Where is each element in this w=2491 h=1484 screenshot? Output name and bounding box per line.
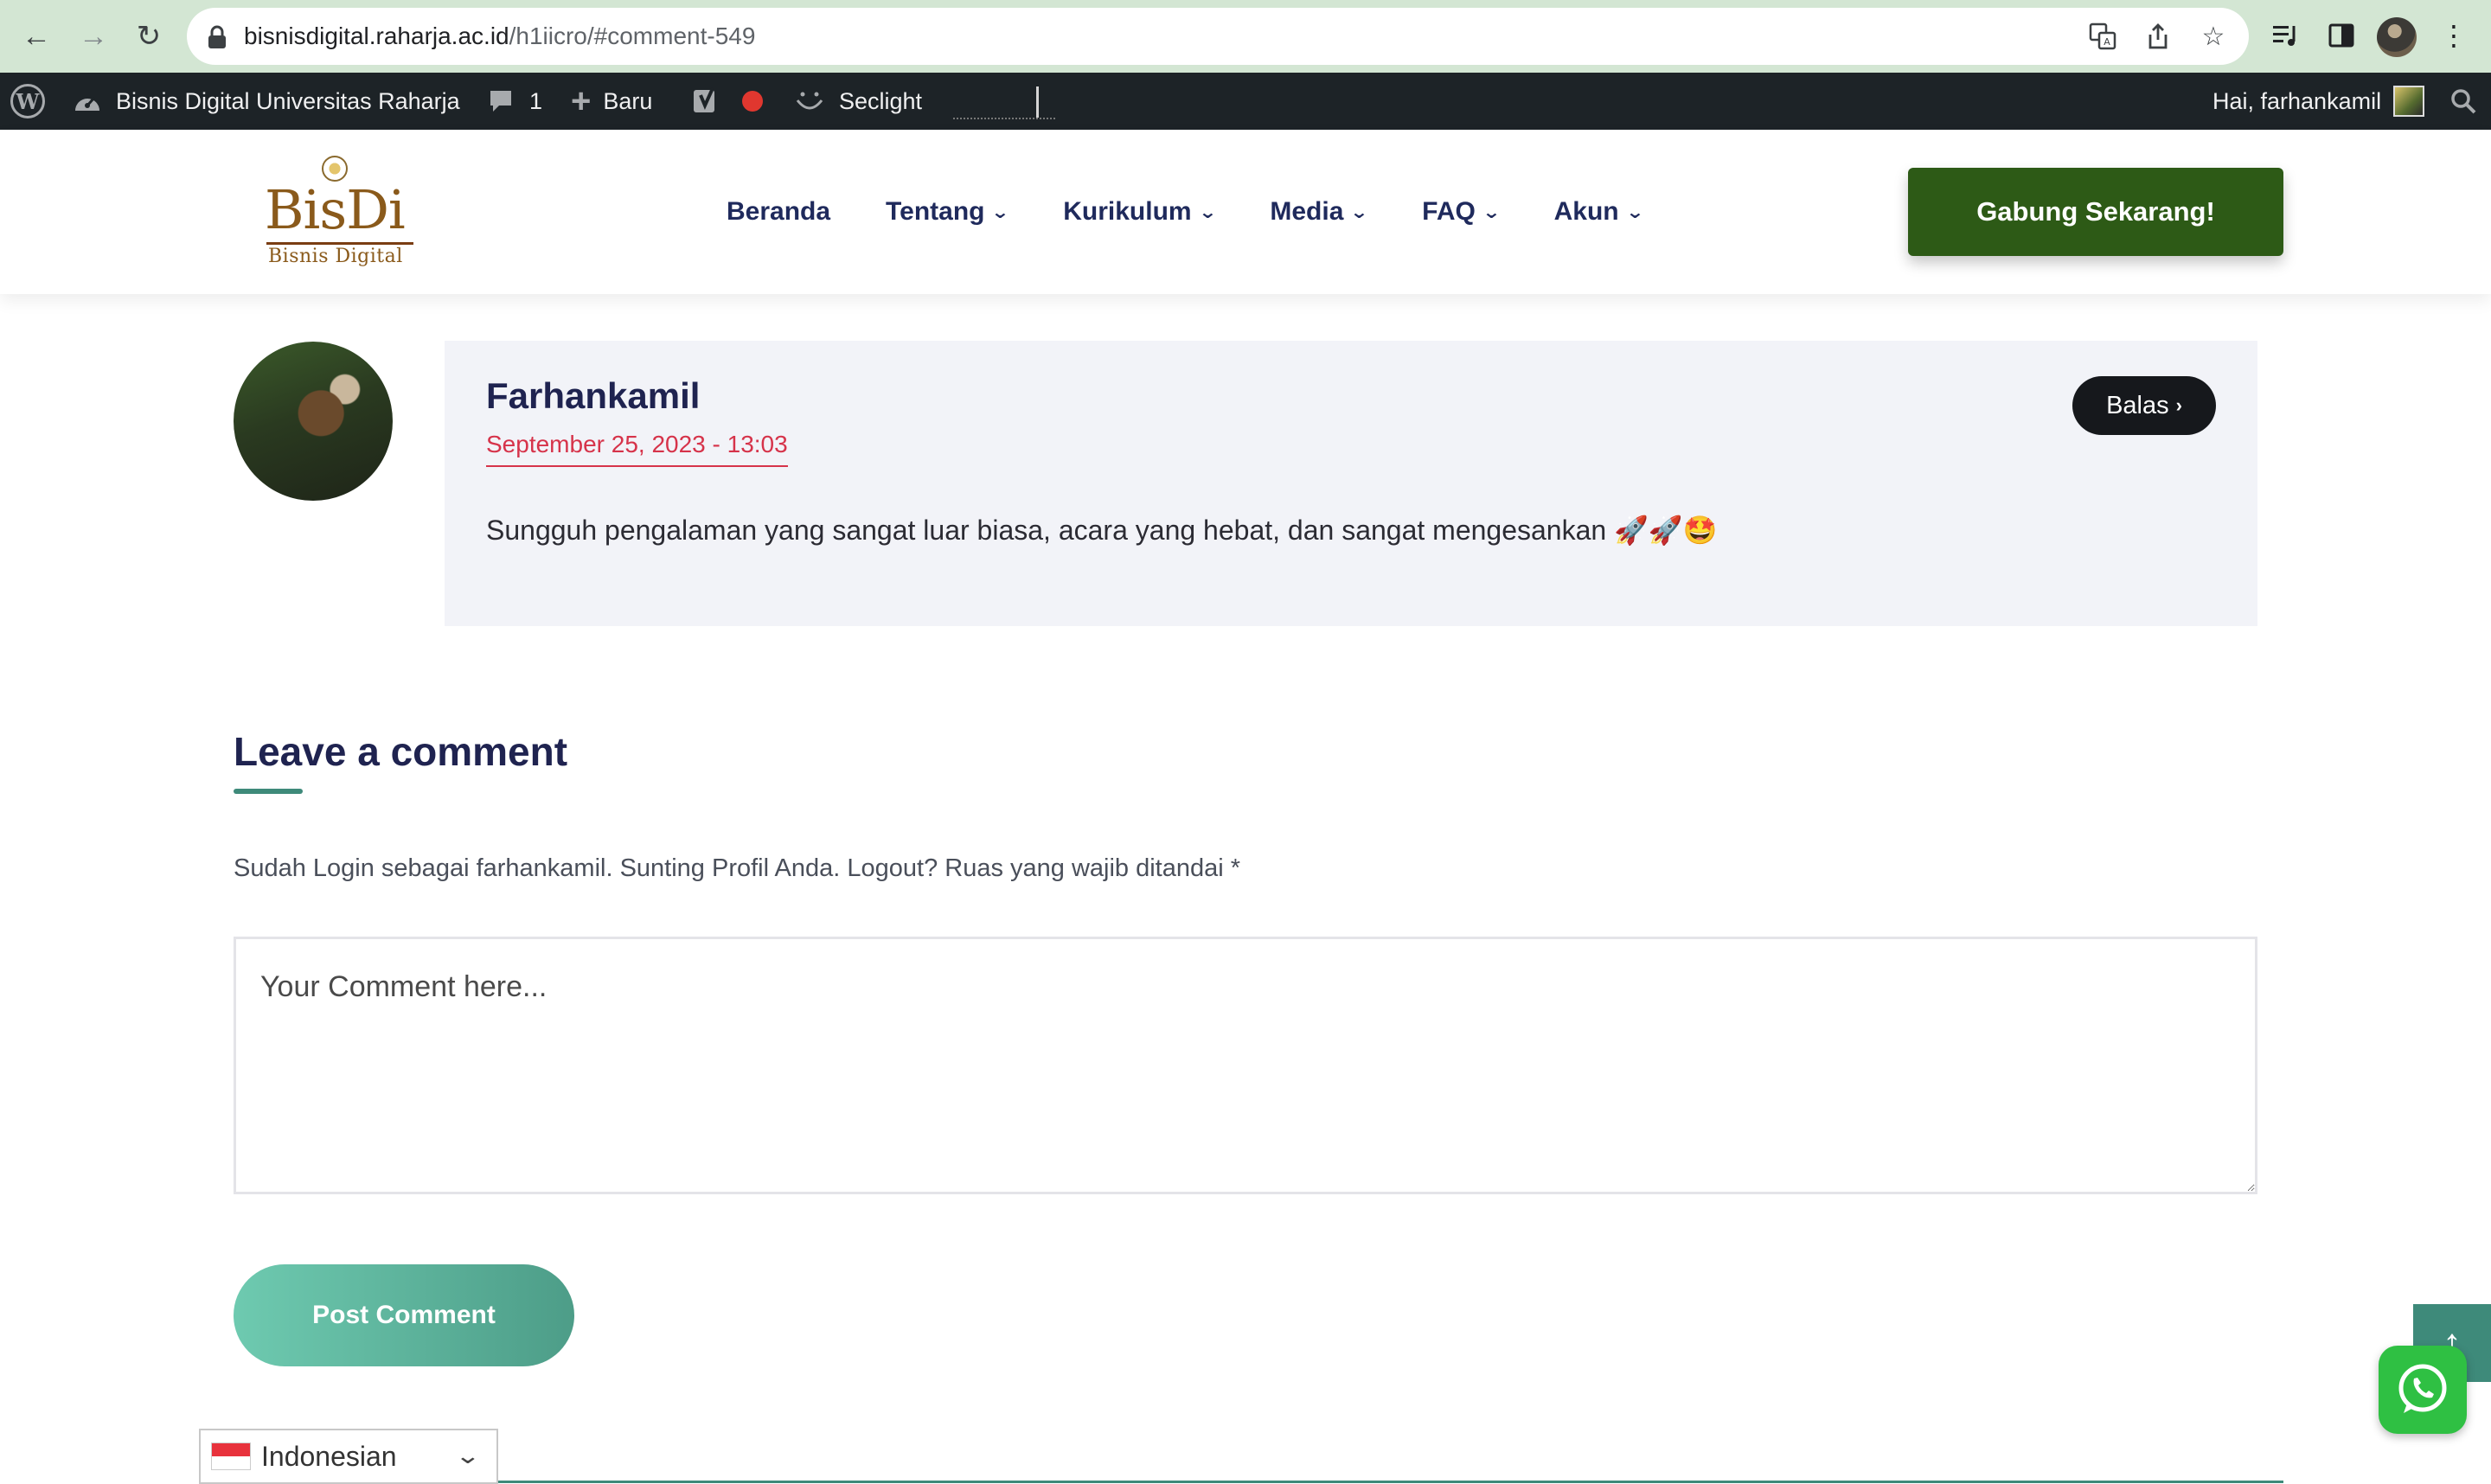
chevron-down-icon: ⌄ xyxy=(1198,202,1217,222)
post-comment-button[interactable]: Post Comment xyxy=(234,1264,574,1366)
nav-item-beranda[interactable]: Beranda xyxy=(727,197,830,227)
admin-bar-site-name: Bisnis Digital Universitas Raharja xyxy=(116,87,460,114)
admin-bar-new[interactable]: + Baru xyxy=(571,73,652,130)
whatsapp-icon xyxy=(2398,1364,2447,1413)
nav-item-faq[interactable]: FAQ ⌄ xyxy=(1422,197,1502,227)
svg-text:A: A xyxy=(2104,36,2110,48)
admin-bar-search-icon[interactable] xyxy=(2449,73,2477,130)
reload-icon[interactable]: ↻ xyxy=(128,16,170,57)
indonesia-flag-icon xyxy=(211,1442,251,1470)
admin-bar-stats-sparkline[interactable] xyxy=(953,86,1055,119)
join-now-button[interactable]: Gabung Sekarang! xyxy=(1908,168,2283,256)
wordpress-logo-icon[interactable]: W xyxy=(10,73,45,130)
chevron-down-icon: ⌄ xyxy=(990,202,1010,222)
forward-arrow-icon[interactable]: → xyxy=(73,16,114,57)
footer-divider xyxy=(498,1481,2283,1483)
comment-author-name[interactable]: Farhankamil xyxy=(486,375,700,417)
admin-bar-site-link[interactable]: Bisnis Digital Universitas Raharja xyxy=(73,73,460,130)
reply-button-label: Balas xyxy=(2106,391,2169,419)
admin-bar-avatar xyxy=(2393,86,2425,117)
admin-bar-account[interactable]: Hai, farhankamil xyxy=(2212,73,2425,130)
admin-bar-comment-count: 1 xyxy=(529,87,543,114)
bookmark-star-icon[interactable]: ☆ xyxy=(2197,20,2230,53)
heading-underline xyxy=(234,789,303,794)
whatsapp-chat-button[interactable] xyxy=(2379,1346,2467,1434)
plus-icon: + xyxy=(571,81,592,120)
logo-wordmark: BisDi xyxy=(265,178,406,241)
leave-comment-heading: Leave a comment xyxy=(234,729,568,774)
yoast-seo-icon[interactable] xyxy=(692,73,723,130)
comment-body: Sungguh pengalaman yang sangat luar bias… xyxy=(486,515,1718,546)
share-icon[interactable] xyxy=(2142,20,2174,53)
browser-toolbar: ← → ↻ bisnisdigital.raharja.ac.id/h1iicr… xyxy=(0,0,2491,73)
chevron-down-icon: ⌄ xyxy=(1349,202,1369,222)
dashboard-gauge-icon xyxy=(73,88,102,114)
nav-item-tentang[interactable]: Tentang ⌄ xyxy=(886,197,1010,227)
comment-card: Farhankamil September 25, 2023 - 13:03 S… xyxy=(445,341,2257,626)
lock-icon xyxy=(208,25,226,48)
chevron-down-icon: ⌄ xyxy=(454,1442,482,1468)
smile-icon xyxy=(794,88,825,114)
comment-author-avatar xyxy=(234,342,393,501)
nav-item-kurikulum[interactable]: Kurikulum ⌄ xyxy=(1063,197,1217,227)
media-queue-icon[interactable] xyxy=(2266,12,2306,59)
side-panel-icon[interactable] xyxy=(2321,12,2361,59)
back-arrow-icon[interactable]: ← xyxy=(16,16,57,57)
language-selected-value: Indonesian xyxy=(261,1440,397,1472)
kebab-menu-icon[interactable]: ⋮ xyxy=(2434,12,2474,59)
site-header: BisDi Bisnis Digital Beranda Tentang ⌄ Ku… xyxy=(0,130,2491,294)
admin-bar-greeting: Hai, farhankamil xyxy=(2212,87,2382,114)
url-text: bisnisdigital.raharja.ac.id/h1iicro/#com… xyxy=(244,22,756,49)
comment-date-link[interactable]: September 25, 2023 - 13:03 xyxy=(486,431,788,467)
admin-bar-seclight-label: Seclight xyxy=(839,87,923,114)
language-selector[interactable]: Indonesian ⌄ xyxy=(199,1429,498,1484)
translate-icon[interactable]: A xyxy=(2086,20,2119,53)
profile-avatar[interactable] xyxy=(2377,17,2417,57)
reply-button[interactable]: Balas › xyxy=(2072,376,2216,435)
admin-bar-seclight[interactable]: Seclight xyxy=(794,73,922,130)
logo-subtitle: Bisnis Digital xyxy=(268,246,403,267)
address-bar[interactable]: bisnisdigital.raharja.ac.id/h1iicro/#com… xyxy=(187,8,2249,65)
nav-item-media[interactable]: Media ⌄ xyxy=(1270,197,1369,227)
site-logo[interactable]: BisDi Bisnis Digital xyxy=(259,156,420,267)
chevron-right-icon: › xyxy=(2175,394,2182,416)
logged-in-note: Sudah Login sebagai farhankamil. Sunting… xyxy=(234,854,1241,882)
comment-textarea[interactable] xyxy=(234,937,2257,1194)
recording-indicator xyxy=(742,73,763,130)
admin-bar-comments[interactable]: 1 xyxy=(488,73,542,130)
admin-bar-new-label: Baru xyxy=(603,87,653,114)
nav-item-akun[interactable]: Akun ⌄ xyxy=(1554,197,1644,227)
chevron-down-icon: ⌄ xyxy=(1625,202,1644,222)
logo-rule xyxy=(266,242,413,245)
chevron-down-icon: ⌄ xyxy=(1482,202,1502,222)
wp-admin-bar: W Bisnis Digital Universitas Raharja 1 +… xyxy=(0,73,2491,130)
comment-bubble-icon xyxy=(488,88,514,114)
main-navigation: Beranda Tentang ⌄ Kurikulum ⌄ Media ⌄ FAQ ⌄ … xyxy=(727,130,1697,294)
